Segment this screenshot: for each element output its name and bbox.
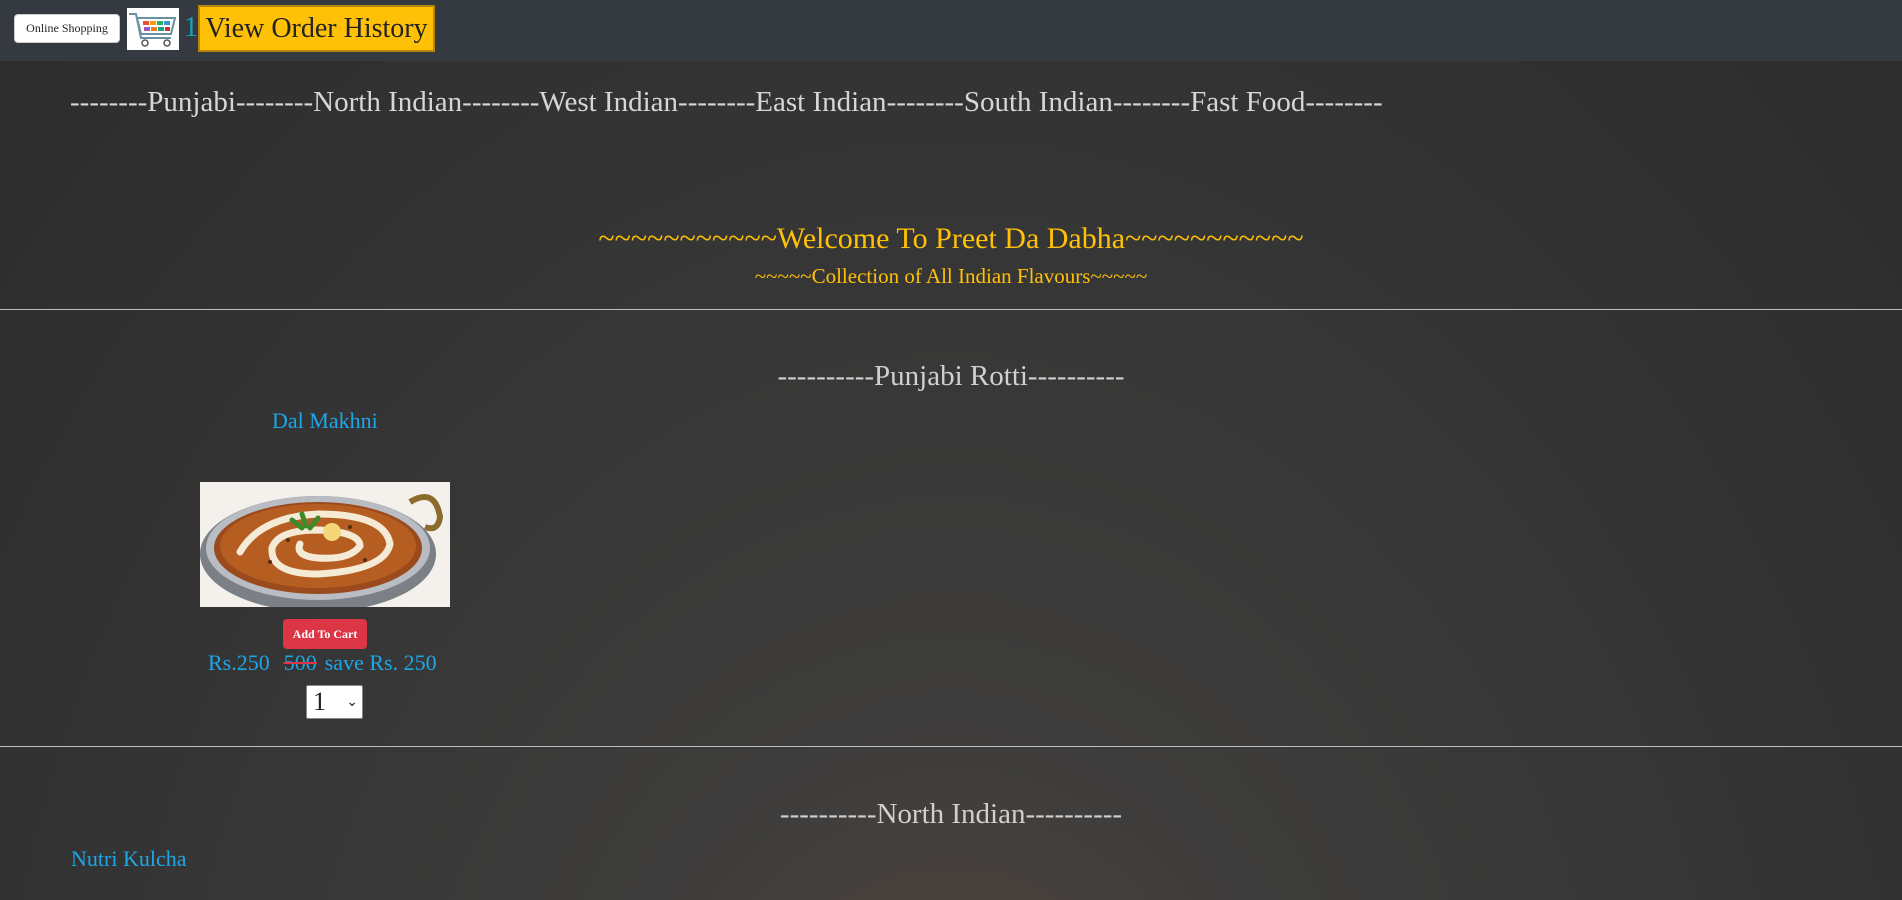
nav-item-west-indian[interactable]: West Indian xyxy=(539,86,678,118)
nav-separator: -------- xyxy=(1305,86,1383,118)
welcome-tagline: ~~~~~Collection of All Indian Flavours~~… xyxy=(754,264,1148,288)
quantity-value: 1 xyxy=(313,687,326,716)
nav-separator: -------- xyxy=(886,86,964,118)
chevron-down-icon: ⌄ xyxy=(346,694,358,710)
top-navbar: Online Shopping 1 View Order History xyxy=(0,0,1902,61)
divider xyxy=(0,309,1902,310)
add-to-cart-button[interactable]: Add To Cart xyxy=(283,619,367,649)
section-title-punjabi-rotti: ----------Punjabi Rotti---------- xyxy=(777,360,1125,392)
old-price: 500 xyxy=(283,650,317,675)
nav-item-punjabi[interactable]: Punjabi xyxy=(147,86,236,118)
section-title-north-indian: ----------North Indian---------- xyxy=(779,798,1123,830)
nav-item-south-indian[interactable]: South Indian xyxy=(964,86,1113,118)
nav-separator: -------- xyxy=(462,86,540,118)
nav-item-east-indian[interactable]: East Indian xyxy=(755,86,886,118)
nav-separator: -------- xyxy=(70,86,148,118)
cart-count: 1 xyxy=(184,12,198,43)
welcome-heading: ~~~~~~~~~~~Welcome To Preet Da Dabha~~~~… xyxy=(598,222,1304,255)
view-order-history-button[interactable]: View Order History xyxy=(198,5,435,52)
online-shopping-button[interactable]: Online Shopping xyxy=(14,14,120,43)
nav-separator: -------- xyxy=(235,86,314,118)
nav-separator: -------- xyxy=(1112,86,1191,118)
divider xyxy=(0,746,1902,747)
dal-makhni-image xyxy=(200,482,450,607)
current-price: Rs.250 xyxy=(208,650,270,675)
price-row: Rs.250 500 save Rs. 250 xyxy=(208,650,437,676)
nav-separator: -------- xyxy=(678,86,756,118)
quantity-select[interactable]: 1 ⌄ xyxy=(306,685,363,719)
item-name-nutri-kulcha[interactable]: Nutri Kulcha xyxy=(71,846,186,872)
category-nav: --------Punjabi--------North Indian-----… xyxy=(70,86,1383,119)
item-name-dal-makhni[interactable]: Dal Makhni xyxy=(272,408,378,434)
shopping-cart-icon[interactable] xyxy=(127,8,179,50)
nav-item-fast-food[interactable]: Fast Food xyxy=(1190,86,1305,118)
nav-item-north-indian[interactable]: North Indian xyxy=(313,86,462,118)
savings-text: save Rs. 250 xyxy=(324,650,437,675)
